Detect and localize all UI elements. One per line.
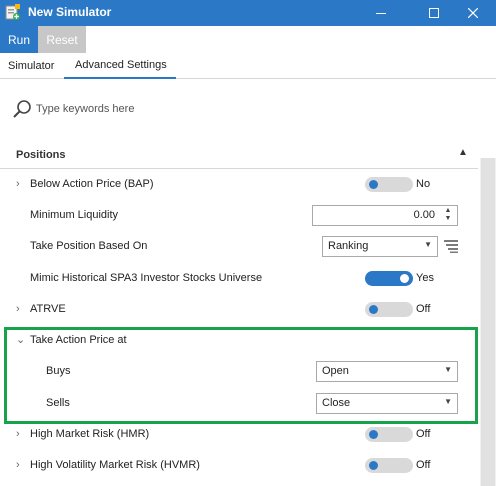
mimic-toggle-label: Yes xyxy=(416,272,434,284)
minimum-liquidity-label: Minimum Liquidity xyxy=(30,209,119,221)
toggle-knob xyxy=(369,461,378,470)
ribbon: Run Reset xyxy=(0,26,496,53)
take-position-select[interactable]: Ranking ▼ xyxy=(322,236,438,257)
search-icon xyxy=(13,100,31,118)
tab-bar: Simulator Advanced Settings xyxy=(0,53,496,79)
row-mimic: Mimic Historical SPA3 Investor Stocks Un… xyxy=(0,263,478,294)
section-title: Positions xyxy=(16,149,66,161)
close-button[interactable] xyxy=(450,0,496,26)
take-position-label: Take Position Based On xyxy=(30,240,148,252)
mimic-label: Mimic Historical SPA3 Investor Stocks Un… xyxy=(30,272,263,284)
ranking-settings-icon[interactable] xyxy=(444,239,458,253)
minimize-icon xyxy=(376,13,386,14)
hvmr-label: High Volatility Market Risk (HVMR) xyxy=(30,459,200,471)
spinner-icon[interactable]: ▲ ▼ xyxy=(442,207,454,224)
app-icon xyxy=(5,4,20,20)
toggle-knob xyxy=(369,180,378,189)
row-hmr: › High Market Risk (HMR) Off xyxy=(0,419,478,450)
atrve-toggle-label: Off xyxy=(416,303,431,315)
chevron-right-icon[interactable]: › xyxy=(16,428,20,440)
section-header-positions[interactable]: Positions ▲ xyxy=(0,141,478,169)
hvmr-toggle-label: Off xyxy=(416,459,431,471)
chevron-up-icon[interactable]: ▲ xyxy=(458,147,468,158)
row-bap: › Below Action Price (BAP) No xyxy=(0,169,478,200)
mimic-toggle[interactable] xyxy=(365,271,413,286)
reset-button[interactable]: Reset xyxy=(38,26,86,53)
minimize-button[interactable] xyxy=(358,0,404,26)
close-icon xyxy=(468,8,478,18)
bap-toggle-label: No xyxy=(416,178,431,190)
hmr-toggle-label: Off xyxy=(416,428,431,440)
vertical-scrollbar[interactable] xyxy=(480,158,496,486)
row-take-position: Take Position Based On Ranking ▼ xyxy=(0,231,478,262)
tab-simulator[interactable]: Simulator xyxy=(8,53,56,79)
toggle-knob xyxy=(369,430,378,439)
search-bar xyxy=(0,94,496,124)
minimum-liquidity-input[interactable]: 0.00 ▲ ▼ xyxy=(312,205,458,226)
hvmr-toggle[interactable] xyxy=(365,458,413,473)
row-minimum-liquidity: Minimum Liquidity 0.00 ▲ ▼ xyxy=(0,200,478,231)
bap-toggle[interactable] xyxy=(365,177,413,192)
bap-label: Below Action Price (BAP) xyxy=(30,178,154,190)
toggle-knob xyxy=(400,274,409,283)
atrve-toggle[interactable] xyxy=(365,302,413,317)
minimum-liquidity-value: 0.00 xyxy=(413,209,435,221)
highlight-box xyxy=(4,327,478,424)
chevron-right-icon[interactable]: › xyxy=(16,303,20,315)
chevron-right-icon[interactable]: › xyxy=(16,178,20,190)
chevron-right-icon[interactable]: › xyxy=(16,459,20,471)
dropdown-arrow-icon: ▼ xyxy=(424,240,432,249)
take-position-value: Ranking xyxy=(328,240,369,252)
hmr-label: High Market Risk (HMR) xyxy=(30,428,150,440)
hmr-toggle[interactable] xyxy=(365,427,413,442)
simulator-window: New Simulator Run Reset Simulator Advanc… xyxy=(0,0,496,486)
atrve-label: ATRVE xyxy=(30,303,66,315)
search-input[interactable] xyxy=(36,99,336,119)
scrollbar-thumb[interactable] xyxy=(481,158,495,486)
toggle-knob xyxy=(369,305,378,314)
tab-advanced-settings[interactable]: Advanced Settings xyxy=(64,53,176,79)
window-title: New Simulator xyxy=(28,5,112,19)
title-bar: New Simulator xyxy=(0,0,496,26)
maximize-icon xyxy=(429,8,439,18)
row-hvmr: › High Volatility Market Risk (HVMR) Off xyxy=(0,450,478,481)
run-button[interactable]: Run xyxy=(0,26,38,53)
row-atrve: › ATRVE Off xyxy=(0,294,478,325)
